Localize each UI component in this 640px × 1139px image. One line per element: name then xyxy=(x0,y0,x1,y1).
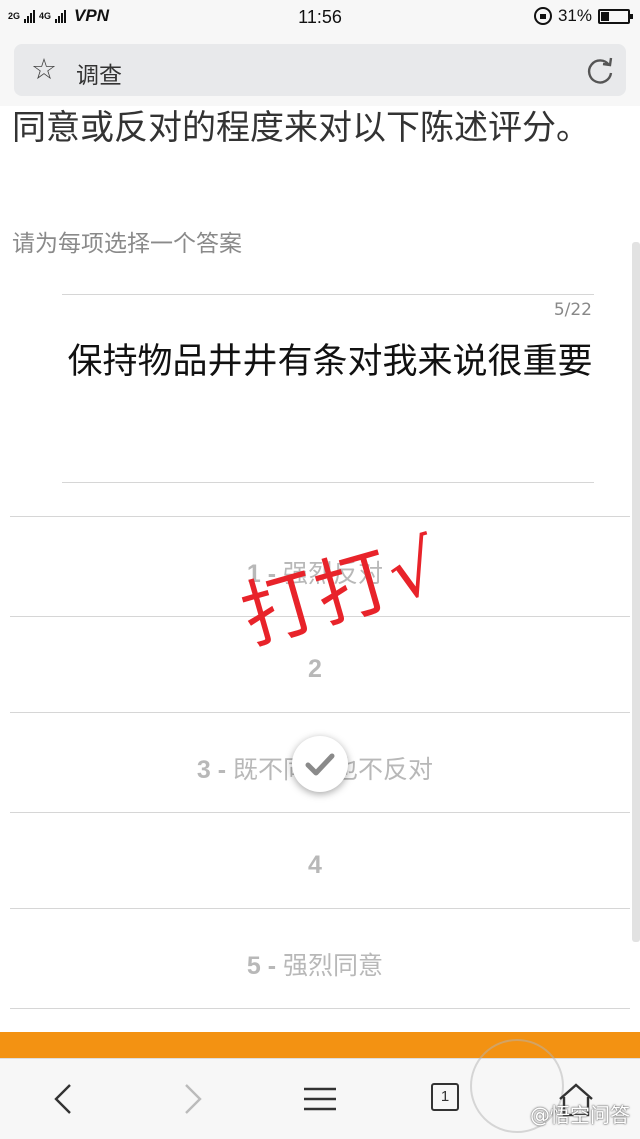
watermark-text: @悟空问答 xyxy=(530,1103,630,1127)
forward-icon[interactable] xyxy=(168,1077,216,1121)
battery-percent: 31% xyxy=(557,6,592,25)
address-bar[interactable]: ☆ 调查 xyxy=(14,44,626,96)
browser-toolbar: ☆ 调查 xyxy=(0,36,640,106)
tab-count-button[interactable]: 1 xyxy=(431,1083,459,1111)
option-2[interactable]: 2 xyxy=(0,654,630,684)
selected-check-button[interactable] xyxy=(292,736,348,792)
survey-content: 同意或反对的程度来对以下陈述评分。 请为每项选择一个答案 5/22 保持物品井井… xyxy=(0,106,640,1032)
battery-icon xyxy=(598,8,633,24)
option-number: 5 - xyxy=(246,952,284,980)
reload-icon[interactable] xyxy=(584,54,616,86)
bottom-nav: 1 @悟空问答 xyxy=(0,1039,640,1139)
rotation-lock-icon xyxy=(533,7,552,25)
divider xyxy=(62,294,594,295)
bookmark-star-icon[interactable]: ☆ xyxy=(31,54,57,84)
survey-instruction: 请为每项选择一个答案 xyxy=(12,231,242,257)
divider xyxy=(10,908,630,909)
survey-intro: 同意或反对的程度来对以下陈述评分。 xyxy=(12,108,590,148)
divider xyxy=(10,1008,630,1009)
menu-icon[interactable] xyxy=(296,1077,344,1121)
question-counter: 5/22 xyxy=(553,300,592,320)
back-icon[interactable] xyxy=(40,1077,88,1121)
question-text: 保持物品井井有条对我来说很重要 xyxy=(67,342,593,382)
scrollbar[interactable] xyxy=(632,242,640,942)
battery-fill xyxy=(601,11,610,21)
divider xyxy=(10,812,630,813)
option-4[interactable]: 4 xyxy=(0,850,630,880)
page-title: 调查 xyxy=(76,63,122,89)
status-bar: 2G 4G VPN 11:56 31% xyxy=(0,0,640,36)
option-number: 2 xyxy=(308,655,322,683)
option-5[interactable]: 5 - 强烈同意 xyxy=(0,946,630,982)
option-number: 4 xyxy=(308,851,322,879)
status-right: 31% xyxy=(533,6,633,26)
option-label: 强烈同意 xyxy=(283,951,384,980)
checkmark-icon xyxy=(305,753,335,776)
divider xyxy=(10,712,630,713)
divider xyxy=(62,482,594,483)
option-number: 3 - xyxy=(196,756,234,784)
handwritten-annotation: 打打√ xyxy=(232,522,450,662)
divider xyxy=(10,516,630,517)
